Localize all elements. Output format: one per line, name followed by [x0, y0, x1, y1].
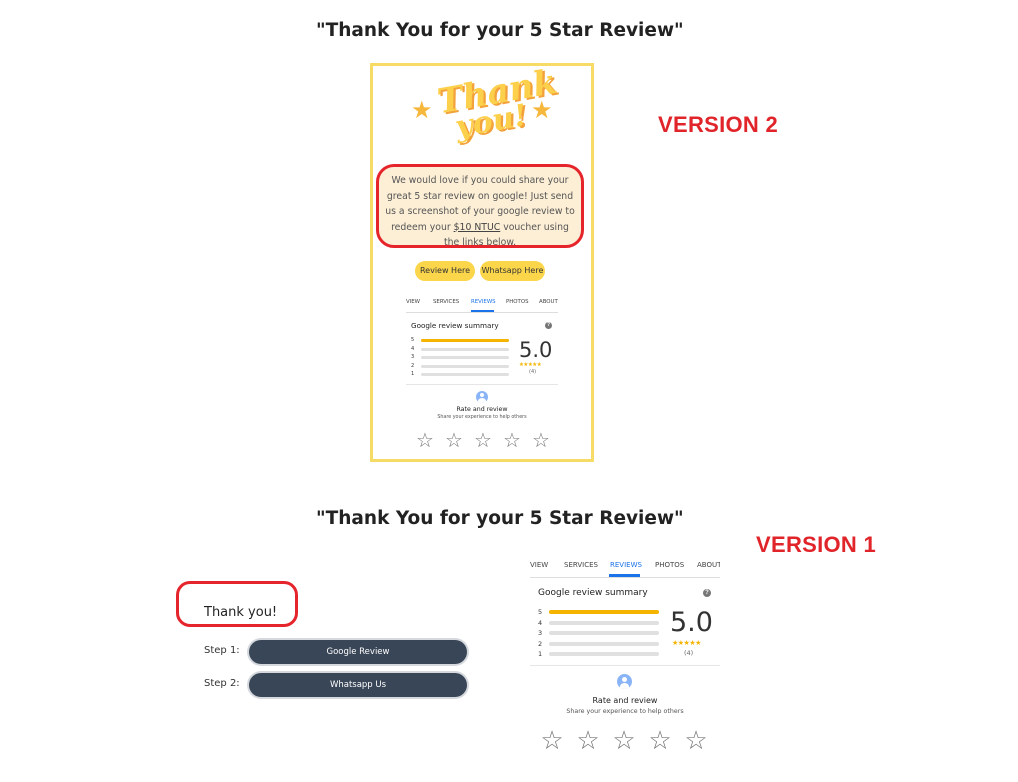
whatsapp-us-button[interactable]: Whatsapp Us — [249, 673, 467, 697]
rating-stars-icon: ★★★★★ — [672, 640, 701, 647]
bar-fill-5 — [421, 339, 509, 342]
thank-you-highlight-box — [176, 581, 298, 627]
rate-star-1-icon[interactable]: ☆ — [539, 725, 565, 756]
rating-distribution: 5 4 3 2 1 — [411, 337, 511, 381]
tab-reviews[interactable]: REVIEWS — [610, 561, 642, 569]
thank-you-text: Thank you! — [204, 605, 278, 620]
average-rating: 5.0 — [519, 338, 553, 362]
divider — [530, 665, 720, 666]
rating-count: (4) — [684, 649, 694, 657]
bar-row-3: 3 — [538, 629, 663, 639]
review-here-button[interactable]: Review Here — [415, 261, 475, 281]
google-review-widget-large: VIEW SERVICES REVIEWS PHOTOS ABOUT Googl… — [530, 553, 720, 768]
review-tabs: VIEW SERVICES REVIEWS PHOTOS ABOUT — [406, 294, 558, 313]
rate-and-review-title: Rate and review — [592, 696, 658, 705]
rate-star-1-icon[interactable]: ☆ — [415, 428, 435, 453]
active-tab-indicator — [609, 574, 640, 577]
tab-overview[interactable]: VIEW — [406, 299, 420, 305]
rate-star-4-icon[interactable]: ☆ — [647, 725, 673, 756]
tab-services[interactable]: SERVICES — [564, 561, 598, 569]
bar-row-2: 2 — [538, 640, 663, 650]
tab-about[interactable]: ABOUT — [697, 561, 720, 569]
step-2-label: Step 2: — [204, 678, 240, 689]
bar-fill-5 — [549, 610, 659, 614]
thank-you-card-v2: ★ ★ Thank you! We would love if you coul… — [370, 62, 594, 462]
google-review-widget-small: VIEW SERVICES REVIEWS PHOTOS ABOUT Googl… — [406, 294, 558, 449]
bar-row-4: 4 — [411, 346, 511, 354]
version-1-label: VERSION 1 — [756, 532, 877, 557]
bar-row-4: 4 — [538, 619, 663, 629]
bar-row-5: 5 — [411, 337, 511, 345]
tab-about[interactable]: ABOUT — [539, 299, 558, 305]
rate-and-review-subtitle: Share your experience to help others — [566, 708, 684, 715]
step-1-label: Step 1: — [204, 645, 240, 656]
rate-star-4-icon[interactable]: ☆ — [502, 428, 522, 453]
version-2-label: VERSION 2 — [658, 112, 779, 137]
star-decoration-icon: ★ — [411, 97, 433, 124]
summary-title: Google review summary — [538, 588, 648, 598]
active-tab-indicator — [471, 310, 494, 312]
voucher-amount: $10 NTUC — [453, 221, 501, 233]
tab-overview[interactable]: VIEW — [530, 561, 548, 569]
bar-row-3: 3 — [411, 354, 511, 362]
tab-photos[interactable]: PHOTOS — [655, 561, 684, 569]
tab-services[interactable]: SERVICES — [433, 299, 459, 305]
summary-title: Google review summary — [411, 321, 499, 330]
rate-and-review-title: Rate and review — [456, 406, 508, 413]
rate-star-3-icon[interactable]: ☆ — [473, 428, 493, 453]
rate-and-review-subtitle: Share your experience to help others — [437, 415, 527, 420]
rating-distribution: 5 4 3 2 1 — [538, 608, 663, 662]
user-avatar-icon — [617, 674, 632, 689]
rate-star-3-icon[interactable]: ☆ — [611, 725, 637, 756]
tab-photos[interactable]: PHOTOS — [506, 299, 529, 305]
divider — [406, 384, 558, 385]
google-review-button[interactable]: Google Review — [249, 640, 467, 664]
help-icon[interactable]: ? — [545, 322, 552, 329]
rating-count: (4) — [529, 369, 537, 375]
whatsapp-here-button[interactable]: Whatsapp Here — [480, 261, 545, 281]
thank-you-artwork: ★ ★ Thank you! — [373, 62, 591, 162]
bar-row-5: 5 — [538, 608, 663, 618]
bar-row-1: 1 — [538, 650, 663, 660]
tab-reviews[interactable]: REVIEWS — [471, 299, 496, 305]
bar-row-2: 2 — [411, 363, 511, 371]
rate-star-5-icon[interactable]: ☆ — [531, 428, 551, 453]
voucher-message-box: We would love if you could share your gr… — [376, 164, 584, 248]
rate-star-2-icon[interactable]: ☆ — [444, 428, 464, 453]
section-title-v2: "Thank You for your 5 Star Review" — [316, 20, 684, 41]
bar-row-1: 1 — [411, 371, 511, 379]
section-title-v1: "Thank You for your 5 Star Review" — [316, 508, 684, 529]
rate-star-2-icon[interactable]: ☆ — [575, 725, 601, 756]
review-tabs: VIEW SERVICES REVIEWS PHOTOS ABOUT — [530, 553, 720, 578]
help-icon[interactable]: ? — [703, 589, 711, 597]
user-avatar-icon — [476, 391, 488, 403]
rate-star-5-icon[interactable]: ☆ — [683, 725, 709, 756]
average-rating: 5.0 — [670, 607, 713, 638]
rating-stars-icon: ★★★★★ — [519, 362, 542, 368]
